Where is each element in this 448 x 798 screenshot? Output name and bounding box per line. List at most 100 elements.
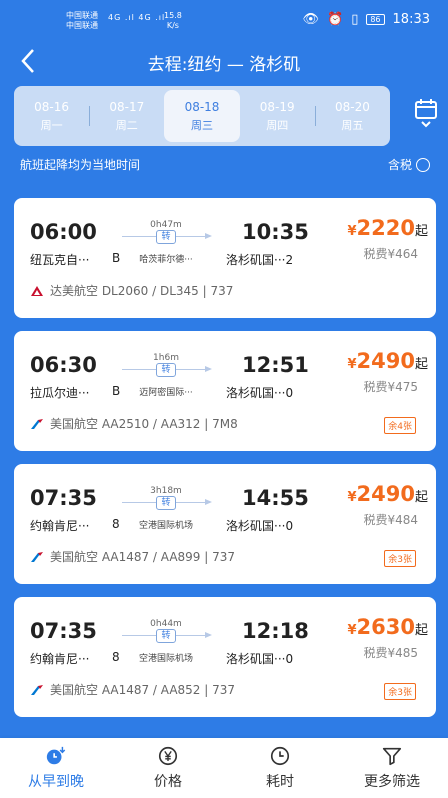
date-tab[interactable]: 08-19 周四 bbox=[240, 86, 315, 146]
date-tab-date: 08-16 bbox=[34, 99, 70, 114]
signal-2: 4G .ıl bbox=[138, 13, 166, 22]
stop-duration: 0h44m bbox=[150, 619, 182, 629]
tax-toggle-label: 含税 bbox=[387, 158, 412, 172]
arrival-time: 14:55 bbox=[242, 486, 309, 510]
route-info: 0h47m 转 哈茨菲尔德··· bbox=[120, 218, 212, 268]
calendar-icon[interactable] bbox=[414, 98, 438, 128]
arrival-airport: 洛杉矶国···0 bbox=[226, 386, 294, 400]
price: ¥2220起 bbox=[347, 216, 428, 240]
tax-fee: 税费¥464 bbox=[363, 247, 418, 261]
airline-logo-icon bbox=[30, 285, 44, 297]
price-suffix: 起 bbox=[414, 224, 428, 239]
airline-flight-numbers: 美国航空 AA1487 / AA852 | 737 bbox=[50, 683, 236, 697]
stop-airport: 空港国际机场 bbox=[138, 654, 193, 664]
price-currency: ¥ bbox=[347, 357, 357, 372]
price-suffix: 起 bbox=[414, 623, 428, 638]
local-time-note: 航班起降均为当地时间 bbox=[20, 158, 141, 172]
alarm-icon: ⏰ bbox=[327, 12, 344, 27]
airline-info: 达美航空 DL2060 / DL345 | 737 bbox=[30, 282, 233, 299]
price: ¥2490起 bbox=[347, 349, 428, 373]
status-bar: 中国联通 中国联通 4G .ıl 4G .ıl 15.8 K/s 👁 ⏰ ▯ 8… bbox=[0, 0, 448, 38]
arrival-time: 12:18 bbox=[242, 619, 309, 643]
flight-card[interactable]: 06:00 0h47m 转 哈茨菲尔德··· 10:35 ¥2220起 纽瓦克自… bbox=[14, 198, 436, 318]
date-tab[interactable]: 08-16 周一 bbox=[14, 86, 89, 146]
departure-airport: 纽瓦克自··· bbox=[30, 253, 90, 267]
speed-unit: K/s bbox=[166, 21, 179, 30]
departure-time: 07:35 bbox=[30, 619, 97, 643]
radio-icon[interactable] bbox=[416, 157, 430, 172]
clock-sort-icon bbox=[46, 746, 66, 765]
date-tab[interactable]: 08-20 周五 bbox=[314, 86, 390, 146]
page-title: 去程:纽约 — 洛杉矶 bbox=[147, 55, 301, 75]
tax-toggle[interactable]: 含税 bbox=[388, 156, 430, 173]
airline-flight-numbers: 达美航空 DL2060 / DL345 | 737 bbox=[50, 284, 234, 298]
status-time: 18:33 bbox=[392, 12, 430, 27]
seats-left-badge: 余3张 bbox=[384, 683, 416, 700]
date-tab-date: 08-18 bbox=[184, 99, 220, 114]
departure-airport: 约翰肯尼··· bbox=[30, 519, 90, 533]
departure-terminal: B bbox=[112, 384, 121, 398]
departure-time: 06:30 bbox=[30, 353, 97, 377]
flight-list: 06:00 0h47m 转 哈茨菲尔德··· 10:35 ¥2220起 纽瓦克自… bbox=[14, 198, 436, 730]
date-tab-weekday: 周五 bbox=[341, 118, 364, 132]
tax-fee: 税费¥484 bbox=[363, 513, 418, 527]
date-tab-weekday: 周三 bbox=[191, 118, 213, 132]
route-info: 0h44m 转 空港国际机场 bbox=[120, 617, 212, 667]
date-tab-date: 08-19 bbox=[259, 99, 295, 114]
flight-card[interactable]: 07:35 3h18m 转 空港国际机场 14:55 ¥2490起 约翰肯尼··… bbox=[14, 464, 436, 584]
transfer-badge: 转 bbox=[156, 230, 176, 244]
price-suffix: 起 bbox=[414, 490, 428, 505]
filter-icon bbox=[382, 747, 402, 766]
carrier-info: 中国联通 中国联通 bbox=[66, 11, 98, 31]
airline-logo-icon bbox=[30, 418, 44, 430]
stop-airport: 空港国际机场 bbox=[138, 521, 193, 531]
date-tab-selected[interactable]: 08-18 周三 bbox=[164, 90, 240, 142]
tax-fee: 税费¥485 bbox=[363, 646, 418, 660]
date-tab-date: 08-20 bbox=[334, 99, 370, 114]
stop-duration: 3h18m bbox=[150, 486, 182, 496]
sort-earliest-label: 从早到晚 bbox=[28, 774, 84, 790]
transfer-badge: 转 bbox=[156, 363, 176, 377]
signal-icon: 4G .ıl 4G .ıl bbox=[108, 13, 165, 22]
carrier-1: 中国联通 bbox=[66, 11, 98, 20]
yen-icon bbox=[158, 746, 178, 766]
date-tab[interactable]: 08-17 周二 bbox=[89, 86, 164, 146]
seats-left-badge: 余3张 bbox=[384, 550, 416, 567]
more-filters-button[interactable]: 更多筛选 bbox=[336, 738, 448, 798]
flight-card[interactable]: 07:35 0h44m 转 空港国际机场 12:18 ¥2630起 约翰肯尼··… bbox=[14, 597, 436, 717]
date-tab-weekday: 周四 bbox=[266, 118, 289, 132]
flight-card[interactable]: 06:30 1h6m 转 迈阿密国际··· 12:51 ¥2490起 拉瓜尔迪·… bbox=[14, 331, 436, 451]
eye-icon: 👁 bbox=[302, 12, 319, 27]
status-right: 👁 ⏰ ▯ 86 18:33 bbox=[302, 12, 430, 27]
price-suffix: 起 bbox=[414, 357, 428, 372]
price-currency: ¥ bbox=[347, 623, 357, 638]
header: 去程:纽约 — 洛杉矶 bbox=[0, 38, 448, 84]
transfer-badge: 转 bbox=[156, 629, 176, 643]
signal-1: 4G .ıl bbox=[108, 13, 135, 22]
date-tab-weekday: 周二 bbox=[115, 118, 138, 132]
speed-value: 15.8 bbox=[164, 11, 182, 20]
arrow-icon bbox=[205, 366, 212, 372]
airline-info: 美国航空 AA2510 / AA312 | 7M8 bbox=[30, 415, 238, 432]
departure-time: 06:00 bbox=[30, 220, 97, 244]
route-info: 3h18m 转 空港国际机场 bbox=[120, 484, 212, 534]
departure-time: 07:35 bbox=[30, 486, 97, 510]
airline-info: 美国航空 AA1487 / AA852 | 737 bbox=[30, 681, 235, 698]
date-tab-date: 08-17 bbox=[109, 99, 145, 114]
sort-duration-button[interactable]: 耗时 bbox=[224, 738, 336, 798]
departure-airport: 拉瓜尔迪··· bbox=[30, 386, 90, 400]
price-currency: ¥ bbox=[347, 224, 357, 239]
date-tab-weekday: 周一 bbox=[40, 118, 63, 132]
price-value: 2630 bbox=[356, 615, 415, 639]
sort-earliest-button[interactable]: 从早到晚 bbox=[0, 738, 112, 798]
sort-price-button[interactable]: 价格 bbox=[112, 738, 224, 798]
airline-logo-icon bbox=[30, 551, 44, 563]
clock-icon bbox=[270, 746, 290, 766]
transfer-badge: 转 bbox=[156, 496, 176, 510]
price-currency: ¥ bbox=[347, 490, 357, 505]
departure-airport: 约翰肯尼··· bbox=[30, 652, 90, 666]
arrival-time: 12:51 bbox=[242, 353, 309, 377]
airline-logo-icon bbox=[30, 684, 44, 696]
more-filters-label: 更多筛选 bbox=[364, 774, 420, 790]
arrow-icon bbox=[205, 632, 212, 638]
